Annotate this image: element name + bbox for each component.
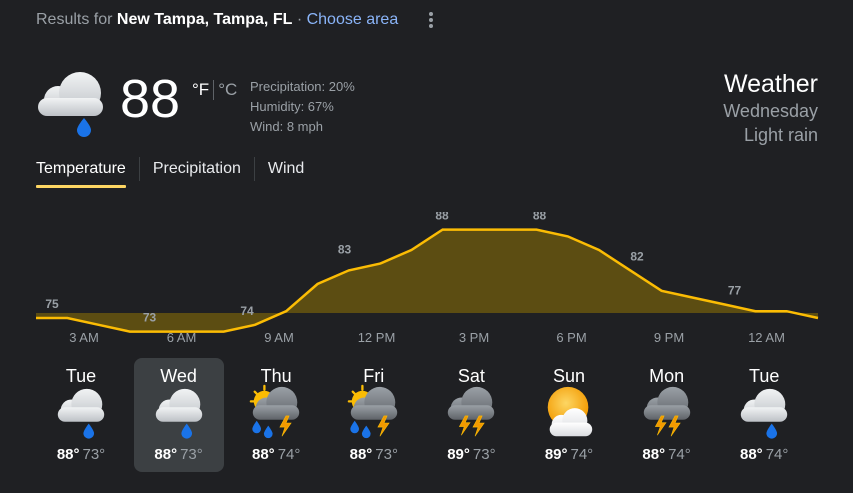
summary-day: Wednesday [723, 101, 818, 121]
tab-divider [253, 157, 255, 181]
forecast-low: 74° [668, 446, 691, 463]
forecast-high: 88° [252, 446, 275, 463]
tab-precipitation[interactable]: Precipitation [153, 160, 241, 188]
forecast-temps: 89° 74° [524, 446, 614, 463]
forecast-high: 88° [56, 446, 80, 463]
results-header: Results for New Tampa, Tampa, FL · Choos… [36, 11, 398, 29]
celsius-unit[interactable]: °C [218, 80, 237, 100]
chart-x-label: 9 PM [654, 330, 684, 345]
forecast-low: 74° [277, 446, 301, 463]
forecast-temps: 88° 73° [329, 446, 419, 463]
chart-value-label: 77 [728, 283, 742, 297]
chart-x-label: 12 PM [358, 330, 396, 345]
rain-cloud-icon [57, 388, 105, 439]
choose-area-link[interactable]: Choose area [307, 11, 399, 28]
forecast-high: 88° [154, 446, 178, 463]
forecast-temps: 89° 73° [426, 446, 516, 463]
rain-cloud-icon [740, 388, 788, 439]
forecast-high: 88° [740, 446, 763, 463]
forecast-temps: 88° 74° [231, 446, 321, 463]
forecast-day-7[interactable]: Tue 88° 74° [719, 358, 809, 472]
forecast-high: 89° [447, 446, 470, 463]
forecast-low: 73° [82, 446, 106, 463]
current-rain-cloud-icon [34, 66, 110, 142]
thunderstorm-icon [448, 386, 495, 437]
forecast-high: 89° [544, 446, 568, 463]
temperature-chart: 75 73 74 83 88 88 82 77 3 AM 6 AM 9 AM 12 PM 3 PM 6 … [36, 212, 819, 345]
header-separator: · [296, 11, 303, 28]
thunderstorm-icon [643, 386, 690, 437]
results-prefix: Results for [36, 11, 113, 28]
forecast-temps: 88° 74° [622, 446, 712, 463]
chart-x-label: 12 AM [748, 330, 785, 345]
chart-x-label: 6 AM [167, 330, 197, 345]
forecast-day-4[interactable]: Sat 89° 73° [426, 358, 516, 472]
chart-x-label: 3 AM [69, 330, 99, 345]
rain-cloud-icon [155, 388, 202, 439]
unit-toggle: °F °C [192, 80, 237, 100]
chart-value-label: 88 [533, 212, 547, 223]
chart-x-label: 6 PM [556, 330, 586, 345]
chart-value-label: 83 [338, 243, 352, 257]
chart-value-label: 74 [240, 304, 254, 318]
forecast-day-1[interactable]: Wed 88° 73° [133, 358, 224, 472]
chart-value-label: 73 [143, 311, 157, 325]
precipitation-detail: Precipitation: 20% [250, 79, 355, 94]
forecast-high: 88° [349, 446, 373, 463]
chart-value-label: 75 [45, 297, 59, 311]
current-temperature: 88 [120, 69, 181, 129]
location-name: New Tampa, Tampa, FL [116, 11, 293, 28]
chart-tabs: Temperature Precipitation Wind [36, 157, 304, 188]
humidity-detail: Humidity: 67% [250, 99, 334, 114]
mostly-sunny-icon [547, 386, 593, 437]
chart-value-label: 88 [435, 212, 449, 223]
weather-summary: Weather Wednesday Light rain [723, 69, 818, 147]
forecast-low: 74° [765, 446, 789, 463]
more-options-icon[interactable] [422, 10, 440, 30]
forecast-day-5[interactable]: Sun 89° 74° [524, 358, 614, 472]
current-details: Precipitation: 20% Humidity: 67% Wind: 8… [250, 77, 355, 137]
forecast-low: 73° [375, 446, 398, 463]
scattered-thunderstorms-icon [347, 384, 397, 439]
forecast-low: 73° [472, 446, 496, 463]
tab-divider [138, 157, 140, 181]
chart-x-label: 9 AM [264, 330, 294, 345]
forecast-day-2[interactable]: Thu 88° 74° [231, 358, 321, 472]
forecast-day-6[interactable]: Mon 88° 74° [622, 358, 712, 472]
forecast-temps: 88° 74° [719, 446, 809, 463]
tab-temperature[interactable]: Temperature [36, 160, 126, 188]
tab-wind[interactable]: Wind [268, 160, 304, 188]
scattered-thunderstorms-icon [249, 384, 300, 439]
forecast-low: 74° [570, 446, 594, 463]
chart-value-label: 82 [630, 249, 644, 263]
summary-condition: Light rain [743, 125, 818, 145]
forecast-low: 73° [180, 446, 203, 463]
chart-x-label: 3 PM [459, 330, 489, 345]
forecast-temps: 88° 73° [134, 446, 224, 463]
unit-divider [213, 80, 215, 100]
forecast-high: 88° [642, 446, 666, 463]
weather-title: Weather [723, 70, 818, 98]
wind-detail: Wind: 8 mph [250, 119, 323, 134]
forecast-day-3[interactable]: Fri 88° 73° [329, 358, 419, 472]
fahrenheit-unit[interactable]: °F [192, 80, 209, 100]
forecast-day-0[interactable]: Tue 88° 73° [36, 358, 126, 472]
forecast-temps: 88° 73° [36, 446, 126, 463]
